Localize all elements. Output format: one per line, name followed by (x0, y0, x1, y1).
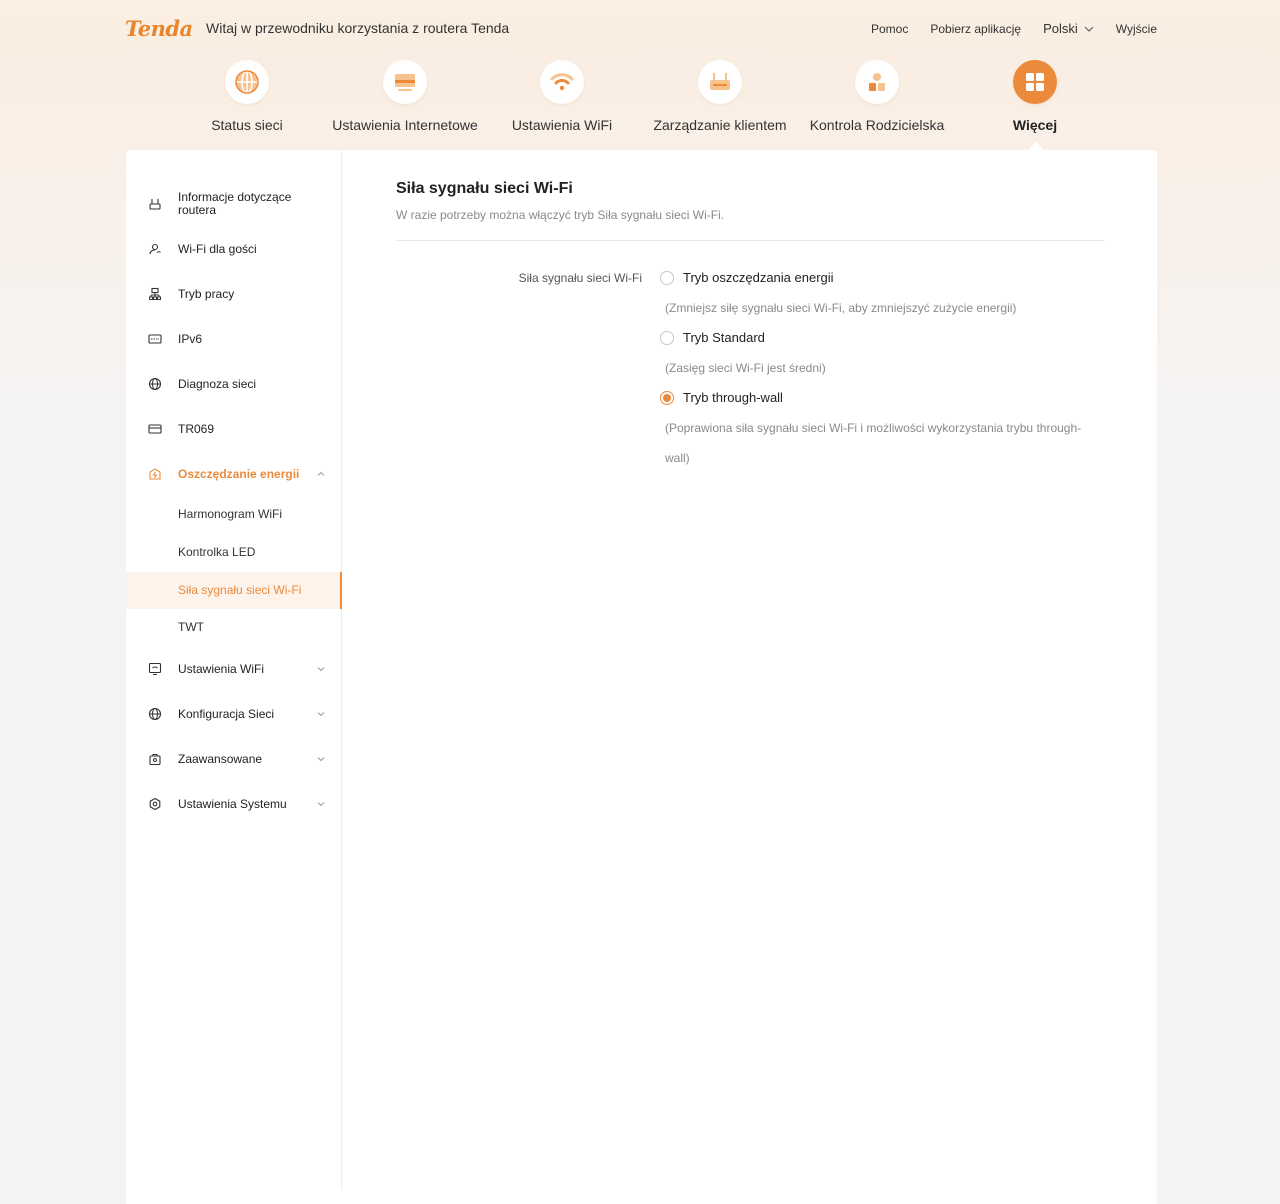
globe-icon (148, 377, 162, 391)
radio-through-wall-mode[interactable]: Tryb through-wall (660, 390, 783, 405)
chevron-down-icon (317, 757, 325, 762)
globe-icon (148, 707, 162, 721)
sidebar-item-system-settings[interactable]: Ustawienia Systemu (126, 790, 342, 818)
radio-label: Tryb through-wall (683, 390, 783, 405)
radio-button[interactable] (660, 330, 674, 345)
logout-link[interactable]: Wyjście (1116, 22, 1157, 36)
nav-ustawienia-wifi[interactable]: Ustawienia WiFi (482, 60, 642, 133)
sidebar-item-label: IPv6 (178, 331, 203, 346)
header: Tenda Witaj w przewodniku korzystania z … (0, 0, 1280, 150)
nav-wiecej[interactable]: Więcej (955, 60, 1115, 133)
option-hint: (Zmniejsz siłę sygnału sieci Wi-Fi, aby … (665, 301, 1017, 315)
radio-label: Tryb oszczędzania energii (683, 270, 834, 285)
active-nav-caret (1029, 141, 1043, 150)
help-link[interactable]: Pomoc (871, 22, 908, 36)
radio-button-selected[interactable] (660, 390, 674, 405)
nav-ustawienia-internetowe[interactable]: Ustawienia Internetowe (325, 60, 485, 133)
family-icon (855, 60, 899, 104)
wifi-icon (540, 60, 584, 104)
sidebar-item-label: Informacje dotyczące routera (178, 190, 292, 217)
sidebar-item-router-info[interactable]: Informacje dotyczące routera (126, 190, 342, 218)
nav-label: Kontrola Rodzicielska (809, 117, 945, 133)
sidebar-subitem-twt[interactable]: TWT (126, 609, 342, 646)
sidebar-item-ipv6[interactable]: IPv6 (126, 325, 342, 353)
grid-icon (1013, 60, 1057, 104)
sidebar-subitem-wifi-signal-strength[interactable]: Siła sygnału sieci Wi-Fi (126, 572, 342, 609)
nav-label: Więcej (1012, 117, 1058, 133)
sidebar-item-label: Ustawienia WiFi (178, 661, 265, 676)
sidebar-item-label: TR069 (178, 421, 215, 436)
guest-wifi-icon (148, 242, 162, 256)
sidebar-item-label: Oszczędzanie energii (178, 466, 300, 481)
sidebar-item-label: Ustawienia Systemu (178, 796, 287, 811)
page-title: Siła sygnału sieci Wi-Fi (396, 180, 573, 197)
tenda-logo[interactable]: Tenda (125, 16, 193, 41)
chevron-down-icon (317, 712, 325, 717)
nav-status-sieci[interactable]: Status sieci (167, 60, 327, 133)
radio-power-saving-mode[interactable]: Tryb oszczędzania energii (660, 270, 834, 285)
nav-label: Ustawienia Internetowe (332, 117, 478, 133)
sidebar-item-tr069[interactable]: TR069 (126, 415, 342, 443)
sidebar-subitem-label: Harmonogram WiFi (178, 507, 283, 521)
language-select[interactable]: Polski (1043, 21, 1094, 36)
sidebar-subitem-label: TWT (178, 620, 204, 634)
nav-label: Ustawienia WiFi (511, 117, 613, 133)
sidebar-item-network-config[interactable]: Konfiguracja Sieci (126, 700, 342, 728)
chevron-up-icon (317, 471, 325, 476)
download-app-link[interactable]: Pobierz aplikację (930, 22, 1021, 36)
welcome-text: Witaj w przewodniku korzystania z router… (206, 20, 510, 36)
main-panel: Informacje dotyczące routera Wi-Fi dla g… (126, 150, 1157, 1204)
sidebar-item-label: Wi-Fi dla gości (178, 241, 257, 256)
radio-label: Tryb Standard (683, 330, 765, 345)
work-mode-icon (148, 287, 162, 301)
language-value: Polski (1043, 21, 1078, 36)
tr069-icon (148, 422, 162, 436)
sidebar-item-label: Zaawansowane (178, 751, 263, 766)
option-hint: (Zasięg sieci Wi-Fi jest średni) (665, 361, 826, 375)
sidebar-item-wifi-settings[interactable]: Ustawienia WiFi (126, 655, 342, 683)
nav-label: Status sieci (211, 117, 283, 133)
divider (396, 240, 1105, 241)
nav-zarzadzanie-klientem[interactable]: Zarządzanie klientem (640, 60, 800, 133)
sidebar-item-label: Konfiguracja Sieci (178, 706, 275, 721)
sidebar-item-work-mode[interactable]: Tryb pracy (126, 280, 342, 308)
wifi-settings-icon (148, 662, 162, 676)
sidebar: Informacje dotyczące routera Wi-Fi dla g… (126, 150, 342, 1190)
sidebar-item-network-diagnosis[interactable]: Diagnoza sieci (126, 370, 342, 398)
radio-standard-mode[interactable]: Tryb Standard (660, 330, 765, 345)
nav-kontrola-rodzicielska[interactable]: Kontrola Rodzicielska (797, 60, 957, 133)
sidebar-item-advanced[interactable]: Zaawansowane (126, 745, 342, 773)
globe-icon (225, 60, 269, 104)
sidebar-item-label: Diagnoza sieci (178, 376, 257, 391)
radio-button[interactable] (660, 270, 674, 285)
sidebar-item-label: Tryb pracy (178, 286, 235, 301)
page-description: W razie potrzeby można włączyć tryb Siła… (396, 208, 725, 222)
advanced-icon (148, 752, 162, 766)
laptop-icon (383, 60, 427, 104)
ipv6-icon (148, 332, 162, 346)
chevron-down-icon (317, 802, 325, 807)
sidebar-item-energy-saving[interactable]: Oszczędzanie energii (126, 460, 342, 488)
field-label: Siła sygnału sieci Wi-Fi (518, 271, 642, 285)
main-nav: Status sieci Ustawienia Internetowe Usta… (0, 60, 1280, 150)
router-icon (698, 60, 742, 104)
energy-saving-icon (148, 467, 162, 481)
sidebar-subitem-wifi-schedule[interactable]: Harmonogram WiFi (126, 496, 342, 533)
system-settings-icon (148, 797, 162, 811)
sidebar-item-guest-wifi[interactable]: Wi-Fi dla gości (126, 235, 342, 263)
sidebar-subitem-label: Kontrolka LED (178, 545, 256, 559)
chevron-down-icon (317, 667, 325, 672)
router-info-icon (148, 197, 162, 211)
sidebar-subitem-led-control[interactable]: Kontrolka LED (126, 534, 342, 571)
top-links: Pomoc Pobierz aplikację Polski Wyjście (849, 21, 1157, 36)
chevron-down-icon (1084, 26, 1094, 32)
option-hint: (Poprawiona siła sygnału sieci Wi-Fi i m… (665, 421, 1082, 465)
sidebar-subitem-label: Siła sygnału sieci Wi-Fi (178, 583, 302, 597)
nav-label: Zarządzanie klientem (653, 117, 787, 133)
